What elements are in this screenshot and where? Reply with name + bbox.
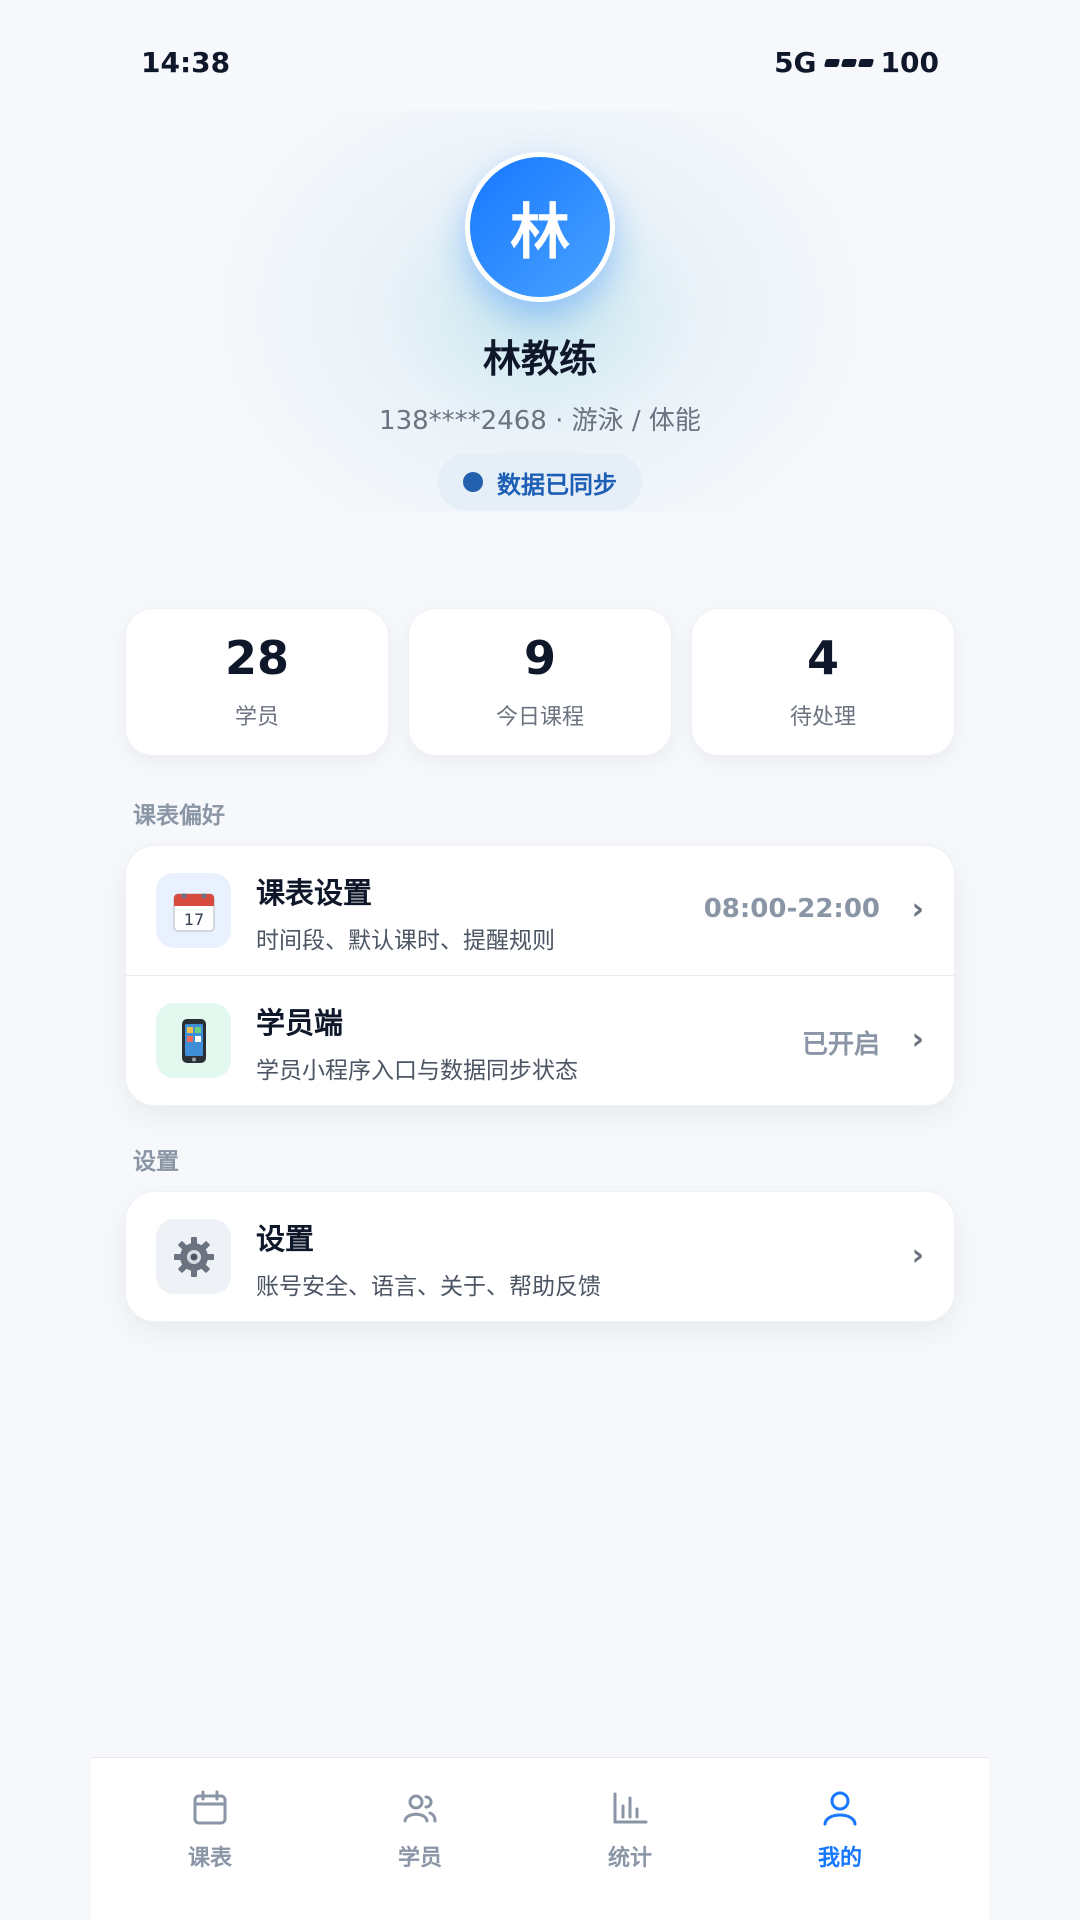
menu-row-student-client[interactable]: 学员端 学员小程序入口与数据同步状态 已开启 › [126,975,954,1105]
stat-value: 9 [523,631,556,685]
stat-card-students[interactable]: 28 学员 [125,608,389,756]
stat-value: 4 [806,631,839,685]
row-title: 学员端 [256,1006,344,1040]
calendar-icon [193,1790,227,1825]
stat-label: 今日课程 [495,705,584,730]
avatar[interactable]: 林 [465,152,615,302]
chevron-right-icon: › [911,892,924,927]
bar-chart-icon [613,1792,648,1824]
row-title: 设置 [256,1222,315,1256]
svg-text:17: 17 [183,910,203,929]
bottom-tab-bar: 课表 学员 统计 我的 [91,1757,989,1920]
gear-icon [156,1219,231,1294]
sync-dot-icon [463,472,483,492]
tab-stats[interactable]: 统计 [525,1758,735,1920]
chevron-right-icon: › [911,1238,924,1273]
row-desc: 学员小程序入口与数据同步状态 [256,1058,578,1084]
tab-schedule[interactable]: 课表 [105,1758,315,1920]
stat-card-pending[interactable]: 4 待处理 [691,608,955,756]
users-icon [403,1794,437,1823]
stats-row: 28 学员 9 今日课程 4 待处理 [125,608,955,756]
network-label: 5G [774,46,817,79]
chevron-right-icon: › [911,1022,924,1057]
profile-info: 138****2468 · 游泳 / 体能 [379,406,701,436]
app-screen: 14:38 5G 100 林 林教练 138****2468 · 游泳 / 体能… [91,0,989,1920]
tab-label: 我的 [817,1846,862,1871]
stat-label: 待处理 [789,705,856,730]
stat-card-today-classes[interactable]: 9 今日课程 [408,608,672,756]
tab-label: 课表 [187,1846,232,1871]
stat-value: 28 [224,631,289,685]
tab-students[interactable]: 学员 [315,1758,525,1920]
profile-name: 林教练 [482,337,597,381]
row-desc: 时间段、默认课时、提醒规则 [256,928,555,954]
signal-icon [823,58,874,67]
status-bar: 14:38 5G 100 [141,46,939,86]
settings-card: 设置 账号安全、语言、关于、帮助反馈 › [125,1191,955,1322]
stat-label: 学员 [234,705,279,730]
status-time: 14:38 [141,46,231,79]
menu-row-schedule-settings[interactable]: 17 课表设置 时间段、默认课时、提醒规则 08:00-22:00 › [126,846,954,975]
user-icon [823,1791,857,1826]
schedule-time-range: 08:00-22:00 [703,894,880,924]
calendar-icon: 17 [156,873,231,948]
section-title-settings: 设置 [133,1149,179,1175]
menu-row-settings[interactable]: 设置 账号安全、语言、关于、帮助反馈 › [126,1192,954,1321]
tab-label: 学员 [397,1846,442,1871]
sync-status-badge: 数据已同步 [438,453,642,511]
battery-level: 100 [880,46,939,79]
status-right: 5G 100 [774,46,939,79]
sync-status-label: 数据已同步 [497,470,617,499]
row-title: 课表设置 [256,876,373,910]
tab-me[interactable]: 我的 [735,1758,945,1920]
mobile-phone-icon [156,1003,231,1078]
row-desc: 账号安全、语言、关于、帮助反馈 [256,1274,601,1300]
schedule-prefs-card: 17 课表设置 时间段、默认课时、提醒规则 08:00-22:00 › 学员端 … [125,845,955,1106]
student-client-status: 已开启 [801,1030,880,1060]
section-title-schedule-prefs: 课表偏好 [133,803,225,829]
tab-label: 统计 [607,1846,652,1871]
